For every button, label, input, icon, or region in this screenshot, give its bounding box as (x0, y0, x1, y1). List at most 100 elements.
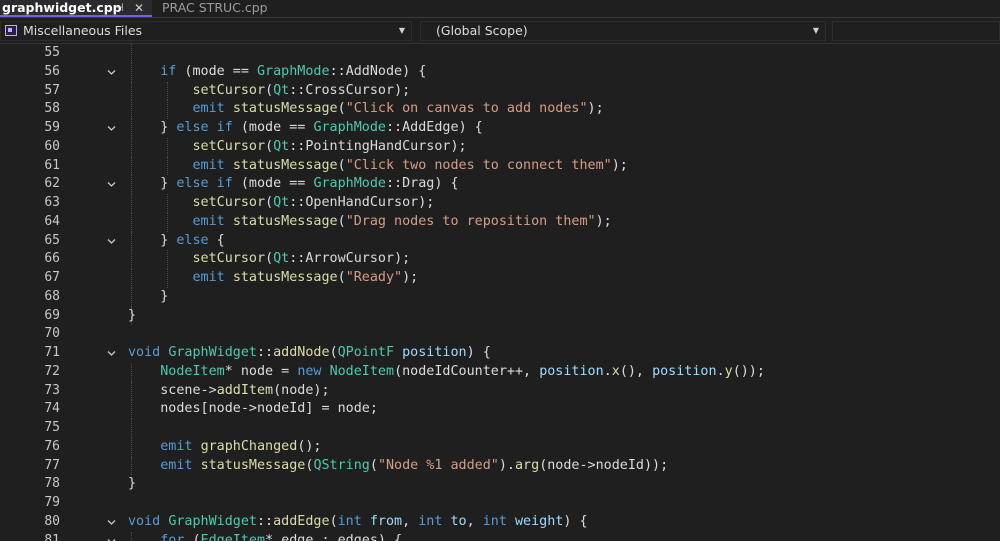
code-line[interactable]: 68 } (0, 287, 1000, 307)
code-token: emit (192, 101, 225, 117)
code-token: } (128, 288, 169, 304)
code-token: Qt (273, 195, 290, 210)
code-text: emit statusMessage("Drag nodes to reposi… (128, 213, 612, 232)
code-token: * edge : edges) { (265, 532, 403, 541)
code-token: ( (329, 513, 338, 529)
scope-dropdown[interactable]: (Global Scope) ▼ (420, 21, 826, 41)
code-line[interactable]: 80 void GraphWidget::addEdge(int from, in… (0, 513, 1000, 532)
line-number: 59 (44, 120, 60, 135)
project-dropdown-label: Miscellaneous Files (23, 23, 143, 38)
code-line[interactable]: 79 (0, 494, 1000, 513)
code-token: "Node %1 added" (377, 457, 499, 473)
collapse-chevron-icon[interactable] (107, 518, 116, 527)
code-token: arg (515, 457, 540, 473)
code-token: ( (265, 82, 274, 98)
code-token: (); (297, 438, 322, 454)
collapse-chevron-icon[interactable] (107, 68, 116, 77)
collapse-chevron-icon[interactable] (107, 180, 116, 189)
code-token: . (716, 363, 725, 379)
collapse-chevron-icon[interactable] (107, 537, 116, 541)
code-token: } (128, 232, 177, 248)
code-line[interactable]: 61 emit statusMessage("Click two nodes t… (0, 156, 1000, 176)
collapse-chevron-icon[interactable] (107, 124, 116, 133)
code-line[interactable]: 75 (0, 419, 1000, 438)
code-line[interactable]: 60 setCursor(Qt::PointingHandCursor); (0, 137, 1000, 157)
line-number: 63 (44, 195, 60, 210)
indent-guide (131, 44, 132, 63)
project-icon (5, 25, 17, 36)
code-token: weight (515, 513, 564, 529)
code-line[interactable]: 71 void GraphWidget::addNode(QPointF posi… (0, 344, 1000, 363)
code-token: addItem (216, 382, 274, 398)
line-number: 56 (44, 63, 60, 79)
line-number: 73 (44, 382, 60, 398)
code-token: statusMessage (200, 457, 306, 473)
code-line[interactable]: 63 setCursor(Qt::OpenHandCursor); (0, 194, 1000, 213)
line-number: 62 (44, 176, 60, 192)
chevron-down-icon: ▼ (398, 26, 405, 35)
code-token: GraphWidget (168, 345, 257, 360)
code-token: emit (192, 157, 225, 173)
code-line[interactable]: 72 NodeItem* node = new NodeItem(nodeIdC… (0, 362, 1000, 382)
code-line[interactable]: 69} (0, 306, 1000, 326)
code-token: ). (498, 457, 515, 473)
code-token: new (297, 363, 322, 379)
code-line[interactable]: 59 } else if (mode == GraphMode::AddEdge… (0, 119, 1000, 138)
code-text: emit graphChanged(); (128, 438, 322, 457)
code-token: for (160, 532, 185, 541)
code-token: ( (329, 345, 338, 360)
code-line[interactable]: 73 scene->addItem(node); (0, 381, 1000, 401)
code-line[interactable]: 58 emit statusMessage("Click on canvas t… (0, 100, 1000, 119)
code-line[interactable]: 62 } else if (mode == GraphMode::Drag) { (0, 175, 1000, 194)
code-line[interactable]: 64 emit statusMessage("Drag nodes to rep… (0, 212, 1000, 232)
tab-prac-struc-cpp[interactable]: PRAC STRUC.cpp (158, 0, 308, 17)
code-line[interactable]: 67 emit statusMessage("Ready"); (0, 269, 1000, 288)
code-token: } (128, 176, 177, 192)
code-editor[interactable]: 55 56 if (mode == GraphMode::AddNode) {57… (0, 44, 1000, 541)
code-line[interactable]: 81 for (EdgeItem* edge : edges) { (0, 531, 1000, 541)
code-token: ( (337, 101, 346, 117)
code-token: GraphMode (313, 120, 386, 135)
code-token: { (208, 232, 225, 248)
code-token: EdgeItem (200, 532, 266, 541)
tab-graphwidget-cpp[interactable]: graphwidget.cpp ⊣ ✕ (0, 0, 152, 17)
pin-icon[interactable]: ⊣ (114, 0, 124, 16)
code-token: AddEdge (402, 120, 459, 135)
code-token: GraphMode (313, 176, 386, 192)
code-token: ( (184, 532, 201, 541)
members-dropdown[interactable] (832, 21, 1000, 41)
code-token: "Drag nodes to reposition them" (345, 213, 596, 229)
code-line[interactable]: 76 emit graphChanged(); (0, 437, 1000, 457)
project-dropdown[interactable]: Miscellaneous Files ▼ (0, 21, 412, 41)
collapse-chevron-icon[interactable] (107, 237, 116, 246)
code-token: } (128, 120, 177, 135)
code-line[interactable]: 57 setCursor(Qt::CrossCursor); (0, 81, 1000, 101)
close-icon[interactable]: ✕ (134, 0, 144, 16)
code-text: emit statusMessage("Click on canvas to a… (128, 100, 604, 119)
code-line[interactable]: 78} (0, 475, 1000, 494)
line-number: 57 (44, 82, 60, 98)
code-token: :: (257, 513, 274, 529)
code-line[interactable]: 55 (0, 44, 1000, 63)
code-token: void (128, 513, 161, 529)
code-token: Qt (273, 251, 290, 267)
code-line[interactable]: 65 } else { (0, 231, 1000, 251)
code-line[interactable]: 70 (0, 325, 1000, 344)
code-line[interactable]: 77 emit statusMessage(QString("Node %1 a… (0, 456, 1000, 476)
code-line[interactable]: 66 setCursor(Qt::ArrowCursor); (0, 250, 1000, 269)
code-token: ); (450, 138, 467, 154)
code-token: setCursor (192, 138, 266, 154)
collapse-chevron-icon[interactable] (107, 349, 116, 358)
code-line[interactable]: 74 nodes[node->nodeId] = node; (0, 400, 1000, 419)
code-text: setCursor(Qt::CrossCursor); (128, 82, 411, 101)
document-tab-bar: graphwidget.cpp ⊣ ✕ PRAC STRUC.cpp (0, 0, 1000, 18)
code-line[interactable]: 56 if (mode == GraphMode::AddNode) { (0, 62, 1000, 82)
